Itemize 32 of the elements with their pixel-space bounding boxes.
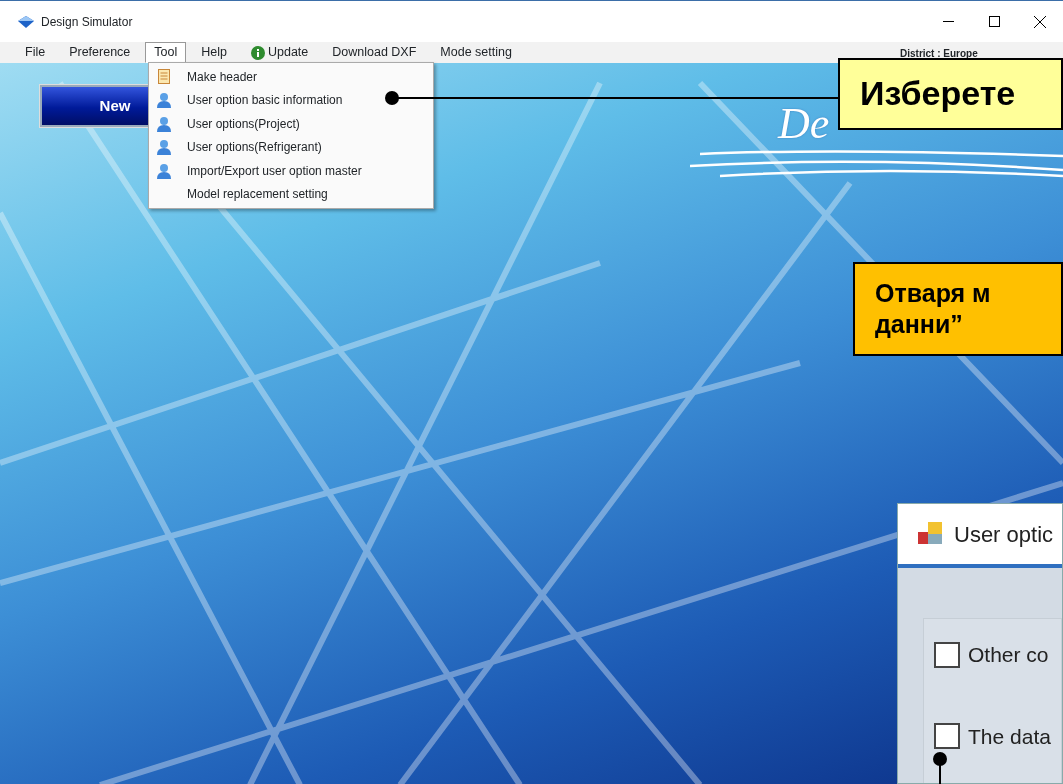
- dialog-app-icon: [918, 522, 944, 546]
- district-label: District : Europe: [900, 47, 978, 61]
- logo-text: De: [778, 102, 830, 146]
- menu-item[interactable]: File: [16, 42, 55, 63]
- maximize-icon: [988, 16, 1000, 27]
- window-title: Design Simulator: [41, 13, 133, 31]
- checkbox-label: The data: [968, 723, 1051, 750]
- menu-item[interactable]: Update: [241, 42, 318, 63]
- checkbox[interactable]: [934, 723, 960, 750]
- menu-item[interactable]: Preference: [60, 42, 140, 63]
- user-icon: [156, 162, 172, 179]
- menu-item[interactable]: Help: [192, 42, 236, 63]
- menu-item[interactable]: Mode setting: [431, 42, 521, 63]
- callout-note: Изберете: [838, 58, 1063, 130]
- info-icon: [250, 45, 265, 60]
- menu-item[interactable]: Tool: [145, 42, 187, 63]
- menu-item[interactable]: User options(Refrigerant): [149, 135, 322, 159]
- dialog-title: User optic: [954, 520, 1054, 549]
- document-icon: [158, 69, 170, 85]
- user-icon: [156, 92, 172, 109]
- menu-item[interactable]: Import/Export user option master: [149, 159, 362, 183]
- close-icon: [1034, 15, 1046, 28]
- callout-note: Отваря м данни”: [853, 262, 1063, 356]
- checkbox[interactable]: [934, 641, 960, 668]
- app-diamond-icon: [18, 15, 34, 28]
- minimize-icon: [942, 20, 954, 23]
- user-icon: [156, 115, 172, 132]
- user-icon: [156, 139, 172, 156]
- menu-item[interactable]: Download DXF: [323, 42, 426, 63]
- checkbox-label: Other co: [968, 642, 1049, 668]
- leader-line: [932, 751, 948, 784]
- menu-item[interactable]: Model replacement setting: [149, 182, 328, 206]
